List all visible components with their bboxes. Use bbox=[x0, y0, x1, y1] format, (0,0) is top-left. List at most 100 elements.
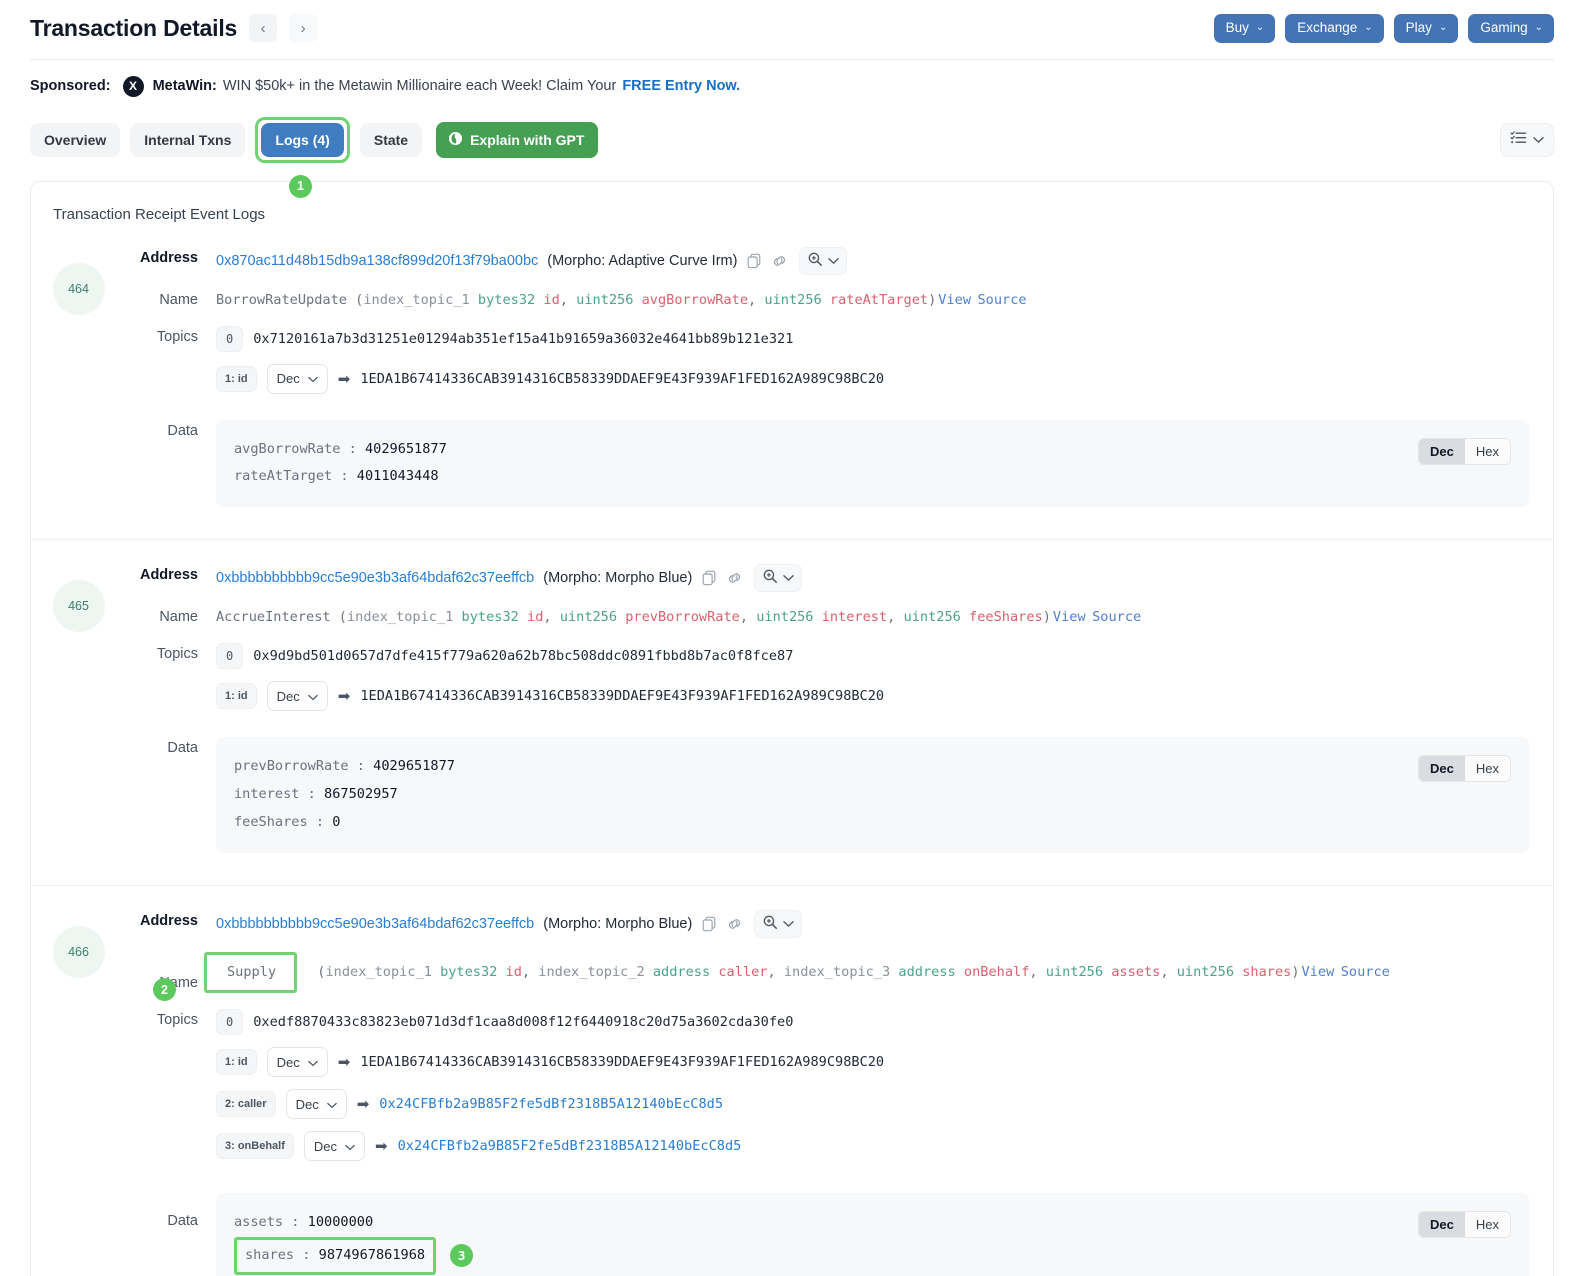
data-key: interest : bbox=[234, 786, 325, 803]
dec-hex-toggle[interactable]: Dec Hex bbox=[1418, 755, 1511, 783]
gaming-dropdown-button[interactable]: Gaming ⌄ bbox=[1468, 14, 1554, 43]
play-dropdown-button[interactable]: Play ⌄ bbox=[1393, 14, 1459, 43]
data-value: 4011043448 bbox=[356, 468, 439, 485]
event-signature: Supply (index_topic_1 bytes32 id, index_… bbox=[204, 952, 1300, 994]
topics-label: Topics bbox=[156, 1012, 198, 1029]
data-key: avgBorrowRate : bbox=[234, 440, 365, 457]
buy-label: Buy bbox=[1225, 20, 1249, 35]
chevron-down-icon bbox=[307, 689, 318, 704]
address-row: Address 0xbbbbbbbbbb9cc5e90e3b3af64bdaf6… bbox=[126, 564, 1529, 593]
contract-address-link[interactable]: 0xbbbbbbbbbb9cc5e90e3b3af64bdaf62c37eeff… bbox=[216, 570, 534, 586]
topics-label: Topics bbox=[156, 328, 198, 345]
data-label: Data bbox=[167, 740, 198, 757]
signature-args: (index_topic_1 bytes32 id, uint256 avgBo… bbox=[346, 291, 937, 308]
source-link[interactable]: Source bbox=[1341, 964, 1390, 980]
source-link[interactable]: Source bbox=[978, 292, 1027, 308]
data-value: 9874967861968 bbox=[318, 1246, 426, 1263]
sponsored-prefix: Sponsored: bbox=[30, 78, 111, 94]
topic-value[interactable]: 0x24CFBfb2a9B85F2fe5dBf2318B5A12140bEcC8… bbox=[379, 1096, 723, 1112]
next-transaction-button[interactable]: › bbox=[289, 14, 318, 43]
log-rows: Address 0x870ac11d48b15db9a138cf899d20f1… bbox=[126, 246, 1553, 522]
log-index-badge: 465 bbox=[52, 580, 105, 633]
link-icon[interactable] bbox=[726, 916, 743, 932]
magnifier-dropdown-button[interactable] bbox=[754, 910, 803, 939]
data-line: shares : 9874967861968 3 bbox=[234, 1236, 474, 1275]
prev-transaction-button[interactable]: ‹ bbox=[249, 14, 278, 43]
topic-format-select[interactable]: Dec bbox=[266, 1047, 328, 1078]
data-line: prevBorrowRate : 4029651877 bbox=[234, 753, 455, 781]
event-name: AccrueInterest bbox=[216, 609, 331, 626]
chevron-down-icon bbox=[783, 916, 795, 932]
topic-index-chip: 0 bbox=[216, 1009, 244, 1036]
annotation-marker-2: 2 bbox=[153, 978, 176, 1002]
hex-toggle-option[interactable]: Hex bbox=[1464, 1212, 1510, 1238]
topic-format-value: Dec bbox=[313, 1138, 338, 1154]
data-label: Data bbox=[167, 1213, 198, 1230]
tab-overview[interactable]: Overview bbox=[30, 122, 121, 157]
name-label: Name bbox=[159, 291, 198, 308]
topic-format-select[interactable]: Dec bbox=[303, 1131, 366, 1162]
chevron-down-icon: ⌄ bbox=[1534, 21, 1543, 33]
topic-format-select[interactable]: Dec bbox=[266, 363, 328, 394]
dec-hex-toggle[interactable]: Dec Hex bbox=[1418, 437, 1511, 465]
topics-row: Topics 0 0x9d9bd501d0657d7dfe415f779a620a… bbox=[126, 643, 1529, 723]
tab-logs[interactable]: Logs (4) bbox=[261, 122, 344, 157]
topic-value: 1EDA1B67414336CAB3914316CB58339DDAEF9E43… bbox=[360, 370, 885, 387]
chevron-down-icon bbox=[1533, 131, 1544, 149]
topic-format-value: Dec bbox=[295, 1096, 319, 1112]
data-key: shares bbox=[245, 1246, 295, 1263]
data-box: prevBorrowRate : 4029651877 interest : 86… bbox=[216, 737, 1529, 854]
tab-internal-txns[interactable]: Internal Txns bbox=[130, 122, 246, 157]
dec-toggle-option[interactable]: Dec bbox=[1419, 438, 1465, 464]
copy-icon[interactable] bbox=[701, 570, 717, 586]
topics-list: 0 0x9d9bd501d0657d7dfe415f779a620a62b78bc… bbox=[216, 643, 1529, 723]
contract-address-link[interactable]: 0xbbbbbbbbbb9cc5e90e3b3af64bdaf62c37eeff… bbox=[216, 916, 534, 932]
topics-row: Topics 0 0xedf8870433c83823eb071d3df1caa8… bbox=[126, 1009, 1529, 1173]
gaming-label: Gaming bbox=[1480, 20, 1528, 35]
chevron-down-icon bbox=[326, 1097, 337, 1112]
sponsored-link[interactable]: FREE Entry Now. bbox=[622, 78, 740, 94]
topic-row: 2: caller Dec ➡ 0x24CFBfb2a9B85F2fe5dBf2318… bbox=[216, 1089, 1529, 1120]
exchange-dropdown-button[interactable]: Exchange ⌄ bbox=[1285, 14, 1384, 43]
contract-address-link[interactable]: 0x870ac11d48b15db9a138cf899d20f13f79ba00… bbox=[216, 253, 538, 269]
topic-value: 1EDA1B67414336CAB3914316CB58339DDAEF9E43… bbox=[360, 1054, 885, 1071]
dec-toggle-option[interactable]: Dec bbox=[1419, 1212, 1465, 1238]
gpt-sparkle-icon bbox=[448, 131, 463, 149]
hex-toggle-option[interactable]: Hex bbox=[1464, 438, 1510, 464]
view-link[interactable]: View bbox=[1053, 609, 1086, 625]
view-link[interactable]: View bbox=[938, 292, 971, 308]
topic-value[interactable]: 0x24CFBfb2a9B85F2fe5dBf2318B5A12140bEcC8… bbox=[398, 1138, 742, 1154]
copy-icon[interactable] bbox=[701, 916, 717, 932]
event-name: BorrowRateUpdate bbox=[216, 291, 347, 308]
link-icon[interactable] bbox=[771, 253, 788, 269]
tab-bar: Overview Internal Txns Logs (4) State Ex… bbox=[0, 111, 1584, 163]
topic-format-select[interactable]: Dec bbox=[285, 1089, 347, 1120]
view-mode-toggle[interactable] bbox=[1500, 122, 1554, 157]
buy-dropdown-button[interactable]: Buy ⌄ bbox=[1213, 14, 1276, 43]
address-line: 0x870ac11d48b15db9a138cf899d20f13f79ba00… bbox=[216, 246, 1529, 275]
sponsored-text: WIN $50k+ in the Metawin Millionaire eac… bbox=[222, 78, 617, 94]
data-line: feeShares : 0 bbox=[234, 809, 455, 837]
magnifier-dropdown-button[interactable] bbox=[754, 564, 803, 593]
chevron-down-icon bbox=[307, 371, 318, 386]
hex-toggle-option[interactable]: Hex bbox=[1464, 756, 1510, 782]
log-index-column: 465 bbox=[31, 564, 126, 867]
view-link[interactable]: View bbox=[1302, 964, 1335, 980]
magnifier-dropdown-button[interactable] bbox=[799, 246, 848, 275]
signature-args: (index_topic_1 bytes32 id, uint256 prevB… bbox=[330, 609, 1051, 626]
dec-toggle-option[interactable]: Dec bbox=[1419, 756, 1465, 782]
tab-state[interactable]: State bbox=[359, 122, 423, 157]
topic-value: 0x7120161a7b3d31251e01294ab351ef15a41b91… bbox=[253, 330, 794, 347]
logs-card: 1 Transaction Receipt Event Logs 464 Add… bbox=[30, 174, 1554, 1276]
topic-row: 1: id Dec ➡ 1EDA1B67414336CAB3914316CB58339… bbox=[216, 363, 1529, 394]
exchange-label: Exchange bbox=[1297, 20, 1358, 35]
explain-with-gpt-button[interactable]: Explain with GPT bbox=[436, 121, 599, 158]
copy-icon[interactable] bbox=[746, 253, 762, 269]
topic-format-select[interactable]: Dec bbox=[266, 681, 328, 712]
topics-label: Topics bbox=[156, 646, 198, 663]
link-icon[interactable] bbox=[726, 570, 743, 586]
data-label: Data bbox=[167, 422, 198, 439]
dec-hex-toggle[interactable]: Dec Hex bbox=[1418, 1211, 1511, 1239]
source-link[interactable]: Source bbox=[1092, 609, 1141, 625]
event-signature: BorrowRateUpdate (index_topic_1 bytes32 … bbox=[216, 292, 936, 308]
